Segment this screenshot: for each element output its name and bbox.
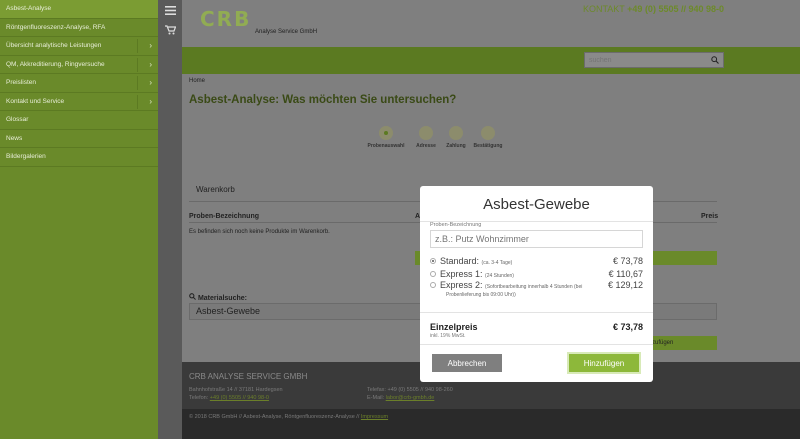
footer-contact-col: Telefax: +49 (0) 5505 // 940 98-260 E-Ma…	[367, 386, 453, 402]
total-row: Einzelpreis € 73,78	[430, 322, 643, 332]
sidebar-item-label: QM, Akkreditierung, Ringversuche	[6, 60, 105, 68]
sidebar-item[interactable]: QM, Akkreditierung, Ringversuche ›	[0, 56, 158, 75]
chevron-right-icon[interactable]: ›	[149, 56, 152, 75]
sidebar-item-label: Kontakt und Service	[6, 97, 65, 105]
cancel-button[interactable]: Abbrechen	[432, 354, 502, 372]
option-price: € 110,67	[608, 269, 643, 279]
cart-icon[interactable]	[158, 20, 182, 40]
menu-icon[interactable]	[158, 0, 182, 20]
sidebar-item-label: Röntgenfluoreszenz-Analyse, RFA	[6, 23, 106, 31]
page-title: Asbest-Analyse: Was möchten Sie untersuc…	[189, 94, 457, 106]
option-price: € 129,12	[607, 280, 643, 290]
copyright-bar: © 2018 CRB GmbH // Asbest-Analyse, Röntg…	[182, 409, 800, 439]
step-4: Bestätigung	[468, 126, 508, 149]
option-name: Express 2:	[440, 280, 483, 290]
footer-email-label: E-Mail:	[367, 395, 385, 401]
site-header: CRB Analyse Service GmbH KONTAKT +49 (0)…	[182, 0, 800, 47]
icon-rail	[158, 0, 182, 439]
sidebar-item-label: Übersicht analytische Leistungen	[6, 42, 102, 49]
sidebar-item[interactable]: Röntgenfluoreszenz-Analyse, RFA	[0, 19, 158, 37]
logo-mark: CRB	[200, 7, 252, 31]
copyright-text: © 2018 CRB GmbH // Asbest-Analyse, Röntg…	[189, 414, 361, 420]
search-icon[interactable]	[711, 56, 719, 64]
logo[interactable]: CRB Analyse Service GmbH	[200, 7, 317, 35]
add-button-background[interactable]: zufügen	[644, 336, 717, 350]
option-note: (ca. 3-4 Tage)	[481, 260, 513, 266]
divider	[137, 39, 138, 53]
vat-note: inkl. 19% MwSt.	[430, 333, 466, 339]
chevron-right-icon[interactable]: ›	[149, 93, 152, 112]
divider	[137, 94, 138, 109]
option-note-continued: Probenlieferung bis 09:00 Uhr))	[446, 292, 516, 298]
sample-name-input[interactable]	[430, 230, 643, 248]
breadcrumb[interactable]: Home	[189, 78, 800, 84]
step-indicator	[419, 126, 433, 140]
option-note: (Sofortbearbeitung innerhalb 4 Stunden (…	[485, 284, 583, 290]
search-input[interactable]	[585, 53, 723, 67]
search-box	[584, 52, 724, 68]
step-indicator	[449, 126, 463, 140]
sidebar-item[interactable]: Preislisten ›	[0, 74, 158, 93]
sidebar-item[interactable]: Bildergalerien	[0, 148, 158, 167]
option-name: Express 1:	[440, 269, 483, 279]
chevron-right-icon[interactable]: ›	[149, 37, 152, 56]
option-name: Standard:	[440, 256, 480, 266]
footer-fax: Telefax: +49 (0) 5505 // 940 98-260	[367, 387, 453, 393]
sidebar-item[interactable]: News	[0, 130, 158, 148]
search-icon	[189, 293, 196, 300]
footer-address-col: Bahnhofstraße 14 // 37181 Hardegsen Tele…	[189, 386, 283, 402]
radio-button[interactable]	[430, 271, 436, 277]
sidebar-item-label: Preislisten	[6, 79, 36, 86]
add-button[interactable]: Hinzufügen	[567, 352, 641, 374]
option-price: € 73,78	[612, 256, 643, 266]
sidebar: Asbest-Analyse Röntgenfluoreszenz-Analyse…	[0, 0, 158, 439]
logo-subtitle: Analyse Service GmbH	[255, 29, 318, 35]
chevron-right-icon[interactable]: ›	[149, 74, 152, 93]
cart-title: Warenkorb	[196, 185, 235, 194]
option-name-wrap: Express 2: (Sofortbearbeitung innerhalb …	[440, 280, 582, 290]
radio-button[interactable]	[430, 258, 436, 264]
divider	[137, 57, 138, 72]
footer-address: Bahnhofstraße 14 // 37181 Hardegsen	[189, 387, 283, 393]
footer-tel-link[interactable]: +49 (0) 5505 // 940 98-0	[210, 395, 269, 401]
col-price: Preis	[701, 213, 719, 220]
contact-label: KONTAKT	[582, 4, 625, 14]
col-sample-name: Proben-Bezeichnung	[189, 213, 260, 220]
add-sample-modal: Asbest-Gewebe Proben-Bezeichnung Standar…	[420, 186, 653, 382]
sidebar-item[interactable]: Glossar	[0, 111, 158, 130]
sidebar-item[interactable]: Übersicht analytische Leistungen ›	[0, 37, 158, 56]
contact-phone[interactable]: +49 (0) 5505 // 940 98-0	[627, 4, 724, 14]
impressum-link[interactable]: Impressum	[361, 414, 388, 420]
sidebar-item[interactable]: Asbest-Analyse	[0, 0, 158, 19]
sidebar-item-label: Bildergalerien	[6, 153, 46, 160]
sidebar-item-label: Glossar	[6, 116, 29, 123]
option-note: (24 Stunden)	[485, 273, 514, 279]
footer-email-link[interactable]: labor@crb-gmbh.de	[386, 395, 435, 401]
total-price: € 73,78	[612, 322, 643, 332]
option-name-wrap: Express 1: (24 Stunden)	[440, 269, 514, 279]
contact-info: KONTAKT +49 (0) 5505 // 940 98-0	[583, 4, 724, 14]
radio-button[interactable]	[430, 282, 436, 288]
divider	[420, 312, 653, 313]
modal-title: Asbest-Gewebe	[483, 196, 590, 213]
sidebar-item[interactable]: Kontakt und Service ›	[0, 93, 158, 112]
step-label: Probenauswahl	[367, 143, 405, 149]
divider	[137, 76, 138, 90]
footer-tel-label: Telefon:	[189, 395, 209, 401]
sidebar-item-label: News	[6, 134, 23, 142]
checkout-steps: Probenauswahl Adresse Zahlung Bestätigung	[368, 126, 524, 156]
step-label: Bestätigung	[473, 143, 503, 149]
option-name-wrap: Standard: (ca. 3-4 Tage)	[440, 256, 512, 266]
green-nav-bar	[182, 47, 800, 74]
total-label: Einzelpreis	[430, 322, 478, 332]
step-indicator	[379, 126, 393, 140]
divider	[420, 344, 653, 345]
step-indicator	[481, 126, 495, 140]
material-search-text: Materialsuche:	[197, 295, 247, 302]
step-1: Probenauswahl	[366, 126, 406, 149]
cart-empty-message: Es befinden sich noch keine Produkte im …	[189, 229, 330, 235]
sidebar-item-label: Asbest-Analyse	[6, 5, 52, 12]
material-search-label: Materialsuche:	[189, 293, 247, 302]
sample-name-label: Proben-Bezeichnung	[430, 222, 482, 228]
